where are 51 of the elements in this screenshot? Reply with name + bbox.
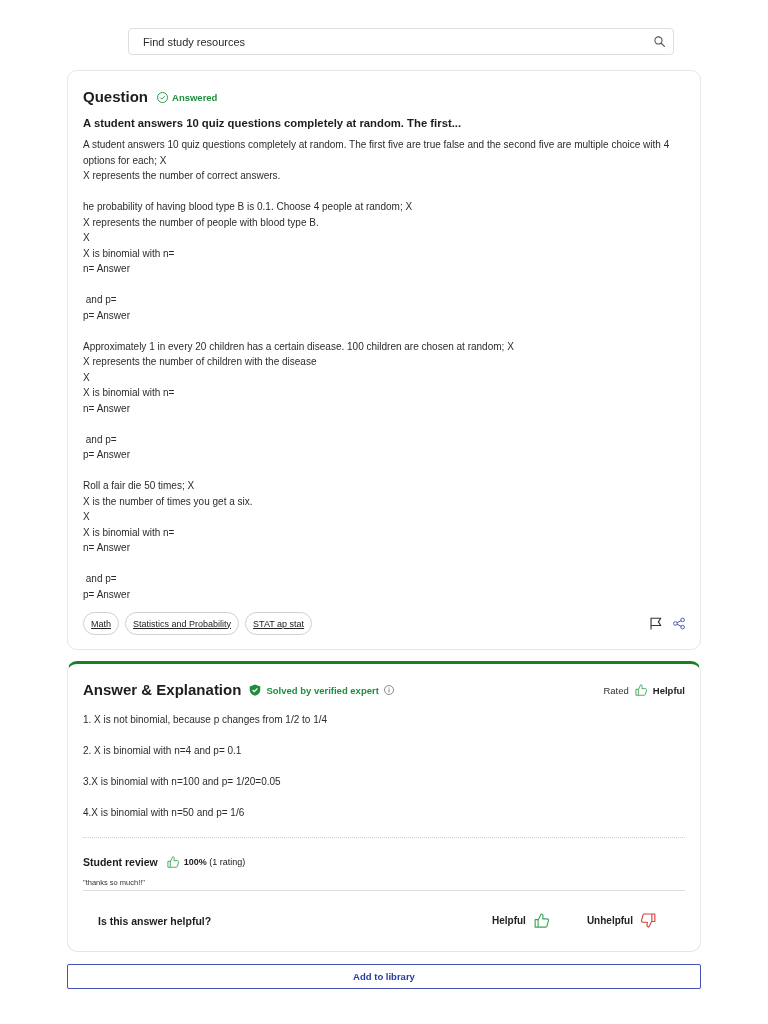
answer-text: 1. X is not binomial, because p changes from 1/2 to 1/4 — [83, 713, 329, 727]
search-field[interactable]: Find study resources — [128, 28, 674, 55]
question-text: n= Answer — [83, 262, 131, 276]
question-text: X represents the number of correct answers. — [83, 169, 282, 183]
question-text: X is binomial with n= — [83, 525, 176, 540]
question-title: A student answers 10 quiz questions completely at random. The first... — [83, 116, 463, 131]
question-text: p= Answer — [83, 587, 131, 602]
question-text: X represents the number of people with blood type B. — [83, 215, 320, 230]
question-text: X represents the number of children with the disease — [83, 355, 318, 369]
search-icon[interactable] — [654, 36, 665, 47]
question-text: n= Answer — [83, 401, 131, 416]
flag-icon[interactable] — [649, 617, 662, 630]
question-text: X is binomial with n= — [83, 386, 176, 400]
question-text: and p= — [84, 432, 118, 447]
answer-text: 4.X is binomial with n=50 and p= 1/6 — [83, 806, 246, 820]
rated-label: Rated — [603, 684, 629, 696]
review-score: 100% (1 rating) — [183, 856, 246, 867]
question-text: Roll a fair die 50 times; X — [83, 479, 196, 493]
question-text: X — [83, 370, 91, 385]
question-text: p= Answer — [83, 448, 131, 462]
verified-label: Solved by verified expert — [266, 684, 379, 696]
section-heading: Answer & Explanation — [83, 680, 242, 700]
unhelpful-button[interactable]: Unhelpful — [586, 913, 656, 928]
thumbs-up-icon — [634, 684, 647, 696]
feedback-question: Is this answer helpful? — [98, 914, 212, 927]
info-icon[interactable] — [383, 685, 394, 695]
helpful-button[interactable]: Helpful — [492, 913, 549, 928]
question-text: and p= — [84, 293, 118, 307]
share-icon[interactable] — [673, 617, 685, 630]
answer-text: 3.X is binomial with n=100 and p= 1/20=0.05 — [83, 775, 282, 789]
question-text: n= Answer — [83, 541, 131, 555]
question-text: X is binomial with n= — [83, 246, 176, 261]
thumbs-up-icon[interactable] — [533, 913, 549, 928]
question-text: X — [83, 231, 91, 245]
thumbs-up-icon — [166, 855, 179, 868]
answer-text: 2. X is binomial with n=4 and p= 0.1 — [83, 744, 243, 758]
status-label: Answered — [172, 91, 218, 103]
shield-check-icon — [249, 684, 262, 696]
add-to-library-button[interactable]: Add to library — [67, 963, 701, 989]
check-circle-icon — [157, 91, 168, 103]
thumbs-down-icon[interactable] — [641, 913, 656, 928]
question-text: A student answers 10 quiz questions completely at random. The first five are true false and the second five are multiple choice with 4 options for each; X — [83, 138, 671, 168]
question-text: p= Answer — [83, 308, 131, 323]
question-text: X — [83, 510, 91, 524]
question-text: Approximately 1 in every 20 children has a certain disease. 100 children are chosen at random; X — [83, 339, 515, 354]
question-heading: Question — [83, 87, 148, 107]
question-text: he probability of having blood type B is 0.1. Choose 4 people at random; X — [83, 200, 414, 214]
question-text: X is the number of times you get a six. — [83, 494, 254, 509]
rating-label: Helpful — [652, 684, 685, 696]
review-label: Student review — [83, 855, 158, 868]
question-text: and p= — [84, 572, 118, 586]
